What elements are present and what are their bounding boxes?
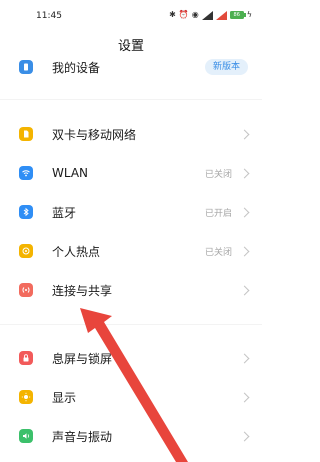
alarm-icon: ⏰: [178, 10, 189, 19]
section-divider: [0, 99, 262, 100]
chevron-right-icon: [239, 431, 250, 441]
chevron-right-icon: [239, 129, 250, 139]
chevron-right-icon: [239, 246, 250, 256]
chevron-right-icon: [239, 353, 250, 363]
charging-icon: ϟ: [246, 10, 252, 19]
settings-item-my-device[interactable]: 我的设备 新版本: [0, 50, 262, 84]
status-time: 11:45: [36, 11, 62, 21]
settings-item-label: 我的设备: [52, 60, 101, 75]
settings-item-label: 个人热点: [52, 244, 101, 259]
hotspot-icon: [19, 244, 33, 258]
wifi-icon: [19, 166, 33, 180]
new-version-badge: 新版本: [204, 59, 248, 75]
wlan-status: 已关闭: [204, 169, 232, 180]
settings-item-sim[interactable]: 双卡与移动网络: [0, 117, 262, 151]
chevron-right-icon: [239, 285, 250, 295]
settings-item-connect-share[interactable]: 连接与共享: [0, 273, 262, 307]
status-icons: ✱ ⏰ ◉ 86 ϟ: [169, 9, 252, 21]
signal-icon: [201, 10, 213, 20]
sun-icon: [19, 390, 33, 404]
chevron-right-icon: [239, 392, 250, 402]
battery-icon: 86: [229, 11, 246, 19]
settings-item-label: 显示: [52, 390, 77, 405]
bluetooth-icon: ✱: [169, 10, 176, 19]
status-bar: 11:45 ✱ ⏰ ◉ 86 ϟ: [0, 0, 262, 26]
chevron-right-icon: [239, 168, 250, 178]
battery-level: 86: [233, 12, 240, 18]
hotspot-status: 已关闭: [204, 247, 232, 258]
settings-item-label: WLAN: [52, 166, 89, 180]
share-icon: [19, 283, 33, 297]
settings-item-label: 声音与振动: [52, 429, 113, 444]
lock-icon: [19, 351, 33, 365]
wifi-icon: [215, 10, 227, 20]
bluetooth-status: 已开启: [204, 208, 232, 219]
settings-item-label: 蓝牙: [52, 205, 77, 220]
chevron-right-icon: [239, 207, 250, 217]
settings-item-bluetooth[interactable]: 蓝牙 已开启: [0, 195, 262, 229]
settings-item-sound[interactable]: 声音与振动: [0, 419, 262, 453]
settings-item-lock-screen[interactable]: 息屏与锁屏: [0, 341, 262, 375]
settings-item-wlan[interactable]: WLAN 已关闭: [0, 156, 262, 190]
bluetooth-icon: [19, 205, 33, 219]
speaker-icon: [19, 429, 33, 443]
settings-item-hotspot[interactable]: 个人热点 已关闭: [0, 234, 262, 268]
sim-card-icon: [19, 127, 33, 141]
section-divider: [0, 324, 262, 325]
settings-item-display[interactable]: 显示: [0, 380, 262, 414]
settings-item-label: 双卡与移动网络: [52, 127, 137, 142]
settings-item-label: 息屏与锁屏: [52, 351, 113, 366]
settings-item-label: 连接与共享: [52, 283, 113, 298]
phone-icon: [19, 60, 33, 74]
nfc-icon: ◉: [191, 10, 199, 19]
